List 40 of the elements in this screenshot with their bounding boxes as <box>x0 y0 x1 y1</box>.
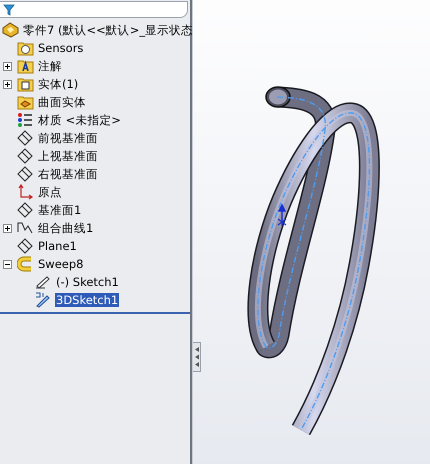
expander-icon[interactable] <box>3 80 12 88</box>
material-list-icon <box>17 112 34 128</box>
panel-collapse-handle[interactable] <box>193 342 201 372</box>
tree-item[interactable]: 前视基准面 <box>37 131 99 145</box>
surface-folder-icon <box>17 94 34 110</box>
filter-field[interactable] <box>0 1 188 18</box>
sketch-pencil-icon <box>35 274 52 290</box>
tree-item[interactable]: (-) Sketch1 <box>55 275 120 289</box>
part-icon <box>2 22 19 38</box>
cube-folder-icon <box>17 76 34 92</box>
tree-item[interactable]: 3DSketch1 <box>55 293 120 307</box>
curve-icon <box>17 220 34 236</box>
tree-item[interactable]: 基准面1 <box>37 203 82 217</box>
coordinate-triad-icon <box>277 203 287 227</box>
filter-icon[interactable] <box>3 4 15 16</box>
tree-item[interactable]: 上视基准面 <box>37 149 99 163</box>
gauge-folder-icon <box>17 40 34 56</box>
tree-item[interactable]: 组合曲线1 <box>37 221 94 235</box>
letter-folder-icon <box>17 58 34 74</box>
plane-icon <box>17 148 34 164</box>
tree-item[interactable]: 实体(1) <box>37 77 80 91</box>
tree-item[interactable]: Sweep8 <box>37 257 84 271</box>
expander-icon[interactable] <box>3 260 12 268</box>
tree-item[interactable]: 原点 <box>37 185 63 199</box>
tree-item[interactable]: 零件7 (默认<<默认>_显示状态 <box>22 23 194 37</box>
tree-item[interactable]: 曲面实体 <box>37 95 87 109</box>
plane-icon <box>17 166 34 182</box>
expander-icon[interactable] <box>3 224 12 232</box>
expander-icon[interactable] <box>3 62 12 70</box>
origin-axes-icon <box>17 184 34 200</box>
tree-item[interactable]: 材质 <未指定> <box>37 113 122 127</box>
plane-icon <box>17 202 34 218</box>
plane-icon <box>17 238 34 254</box>
tree-item[interactable]: Sensors <box>37 41 84 55</box>
tree-item[interactable]: 注解 <box>37 59 63 73</box>
tree-item[interactable]: 右视基准面 <box>37 167 99 181</box>
tree-item[interactable]: Plane1 <box>37 239 78 253</box>
sketch-pencil-icon <box>35 292 52 308</box>
sweep-icon <box>17 256 34 272</box>
plane-icon <box>17 130 34 146</box>
